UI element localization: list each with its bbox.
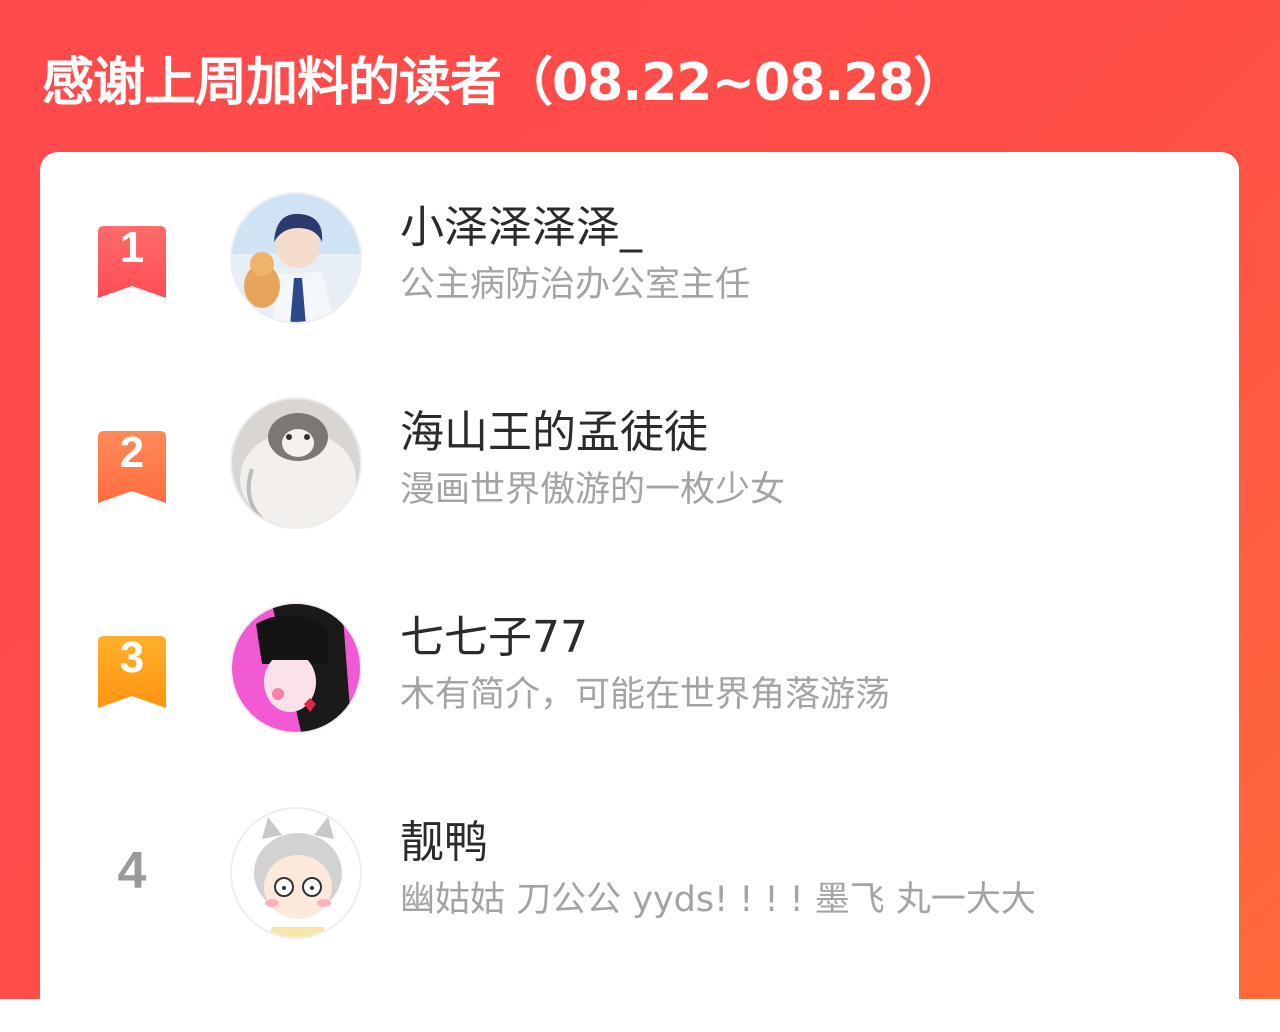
thanks-banner: 感谢上周加料的读者（08.22~08.28） 1 小泽泽泽泽_ 公主病防治办公室…	[0, 0, 1280, 1032]
pink-anime-girl-avatar[interactable]	[230, 602, 362, 734]
rank-ribbon-badge: 3	[98, 636, 166, 708]
rank-number: 4	[117, 842, 147, 900]
cat-ear-girl-avatar[interactable]	[230, 807, 362, 939]
reader-description: 公主病防治办公室主任	[400, 265, 751, 305]
rank-ribbon-badge: 1	[98, 226, 166, 298]
reader-row[interactable]: 3 七七子77 木有简介，可能在世界角落游荡	[40, 600, 1239, 740]
reader-description: 木有简介，可能在世界角落游荡	[400, 675, 891, 715]
reader-name[interactable]: 靓鸭	[400, 815, 488, 871]
reader-row[interactable]: 2 海山王的孟徒徒 漫画世界傲游的一枚少女	[40, 395, 1239, 535]
reader-description: 漫画世界傲游的一枚少女	[400, 470, 786, 510]
rank-ribbon-badge: 2	[98, 431, 166, 503]
rank-number: 2	[119, 428, 145, 477]
rank-number: 3	[119, 633, 145, 682]
reader-description: 幽姑姑 刀公公 yyds! ! ! ! 墨飞 丸一大大	[400, 880, 1036, 920]
reader-list-card: 1 小泽泽泽泽_ 公主病防治办公室主任 2 海山王的孟徒徒 漫画世界傲游的一枚少…	[40, 152, 1239, 1032]
banner-title: 感谢上周加料的读者（08.22~08.28）	[42, 53, 966, 113]
fluffy-cat-avatar[interactable]	[230, 397, 362, 529]
reader-name[interactable]: 小泽泽泽泽_	[400, 200, 642, 256]
reader-name[interactable]: 七七子77	[400, 610, 588, 666]
reader-name[interactable]: 海山王的孟徒徒	[400, 405, 708, 461]
boy-with-cat-avatar[interactable]	[230, 192, 362, 324]
reader-row[interactable]: 1 小泽泽泽泽_ 公主病防治办公室主任	[40, 190, 1239, 330]
reader-row[interactable]: 4 靓鸭 幽姑姑 刀公公 yyds! ! ! ! 墨飞 丸一大大	[40, 805, 1239, 945]
rank-number: 1	[119, 223, 145, 272]
